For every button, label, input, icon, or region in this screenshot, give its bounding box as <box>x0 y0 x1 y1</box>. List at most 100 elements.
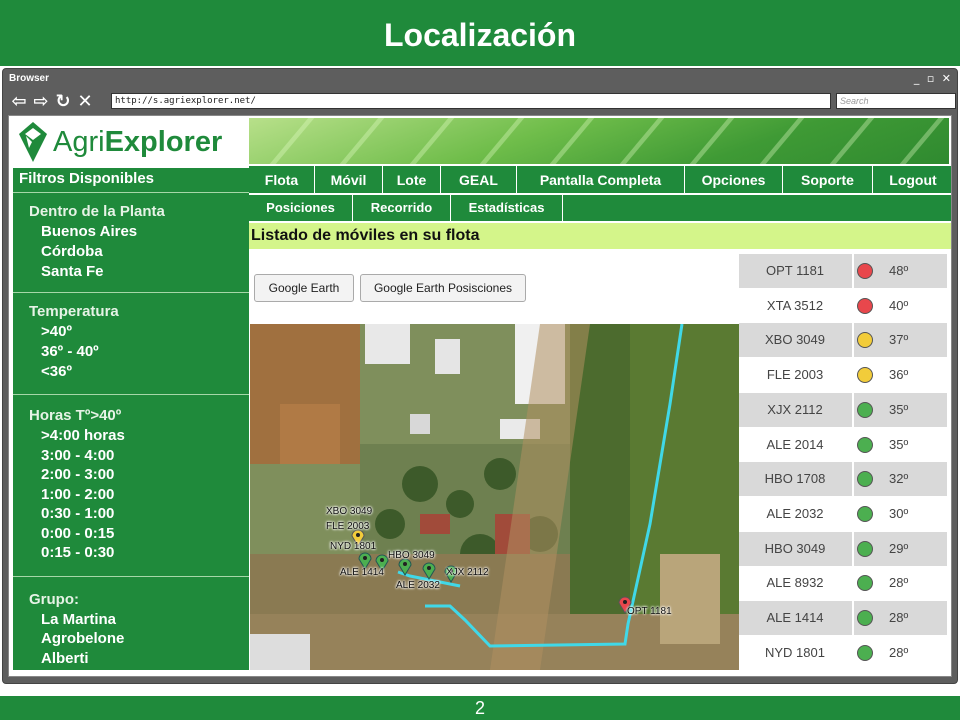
vehicle-name: HBO 1708 <box>764 471 826 487</box>
vehicle-name: NYD 1801 <box>765 644 825 660</box>
reload-icon[interactable]: ↻ <box>53 91 75 112</box>
main-nav: Flota Móvil Lote GEAL Pantalla Completa … <box>249 166 951 194</box>
fleet-row[interactable]: HBO 1708 32º <box>739 462 947 497</box>
row-separator <box>852 323 854 358</box>
map-label: XJX 2112 <box>446 567 489 578</box>
filter-item[interactable]: <36º <box>41 363 72 380</box>
fleet-row[interactable]: NYD 1801 28º <box>739 635 947 670</box>
fleet-row[interactable]: XJX 2112 35º <box>739 392 947 427</box>
filter-item[interactable]: La Martina <box>41 611 116 628</box>
map-label: OPT 1181 <box>627 606 672 617</box>
vehicle-temperature: 30º <box>889 505 909 521</box>
map-label: FLE 2003 <box>326 521 370 532</box>
vehicle-temperature: 32º <box>889 471 909 487</box>
filter-item[interactable]: >4:00 horas <box>41 427 125 444</box>
vehicle-temperature: 35º <box>889 436 909 452</box>
status-green-icon <box>857 401 873 418</box>
browser-window: Browser _ ▫ ✕ ⇦ ⇨ ↻ ✕ http://s.agriexplorer… <box>2 68 958 684</box>
row-separator <box>852 566 854 601</box>
filter-section-grupo: Grupo: La Martina Agrobelone Alberti <box>13 576 249 670</box>
filter-item[interactable]: Buenos Aires <box>41 223 137 240</box>
logo-prefix: Agri <box>53 126 105 158</box>
vehicle-name: FLE 2003 <box>766 367 824 383</box>
fleet-row[interactable]: ALE 1414 28º <box>739 601 947 635</box>
fleet-row[interactable]: XBO 3049 37º <box>739 323 947 358</box>
fleet-row[interactable]: OPT 1181 48º <box>739 254 947 288</box>
tab-posiciones[interactable]: Posiciones <box>249 195 353 221</box>
filter-section-planta: Dentro de la Planta Buenos Aires Córdoba… <box>13 192 249 292</box>
nav-flota[interactable]: Flota <box>249 166 315 193</box>
status-red-icon <box>857 297 873 314</box>
nav-geal[interactable]: GEAL <box>441 166 517 193</box>
status-yellow-icon <box>857 367 873 384</box>
vehicle-temperature: 40º <box>889 297 909 313</box>
nav-movil[interactable]: Móvil <box>315 166 383 193</box>
nav-soporte[interactable]: Soporte <box>783 166 873 193</box>
logo[interactable]: AgriExplorer <box>13 118 249 168</box>
filter-item[interactable]: 3:00 - 4:00 <box>41 447 114 464</box>
filter-item[interactable]: 0:30 - 1:00 <box>41 505 114 522</box>
fleet-row[interactable]: FLE 2003 36º <box>739 358 947 393</box>
fleet-row[interactable]: ALE 2032 30º <box>739 496 947 531</box>
map-label: ALE 1414 <box>340 567 384 578</box>
nav-pantalla-completa[interactable]: Pantalla Completa <box>517 166 685 193</box>
marker-green[interactable] <box>422 562 436 580</box>
sub-nav: Posiciones Recorrido Estadísticas <box>249 195 951 221</box>
vehicle-temperature: 28º <box>889 575 909 591</box>
status-green-icon <box>857 610 873 626</box>
filter-item[interactable]: >40º <box>41 323 72 340</box>
filter-item[interactable]: Agrobelone <box>41 630 124 647</box>
vehicle-temperature: 37º <box>889 332 909 348</box>
filter-item[interactable]: Córdoba <box>41 243 103 260</box>
vehicle-name: ALE 1414 <box>766 610 824 625</box>
nav-opciones[interactable]: Opciones <box>685 166 783 193</box>
page-number: 2 <box>0 696 960 720</box>
back-icon[interactable]: ⇦ <box>9 91 31 112</box>
status-green-icon <box>857 575 873 592</box>
logo-icon <box>19 122 47 162</box>
vehicle-temperature: 29º <box>889 540 909 556</box>
vehicle-name: ALE 8932 <box>766 575 824 591</box>
row-separator <box>852 531 854 566</box>
vehicle-name: HBO 3049 <box>764 540 826 556</box>
fleet-row[interactable]: ALE 2014 35º <box>739 427 947 462</box>
nav-logout[interactable]: Logout <box>873 166 951 193</box>
google-earth-button[interactable]: Google Earth <box>254 274 354 302</box>
browser-title: Browser <box>9 73 50 84</box>
tab-recorrido[interactable]: Recorrido <box>353 195 451 221</box>
slide-title: Localización <box>0 0 960 66</box>
status-green-icon <box>857 471 873 488</box>
satellite-map[interactable]: XBO 3049 FLE 2003 NYD 1801 HBO 3049 ALE … <box>250 324 739 670</box>
stop-icon[interactable]: ✕ <box>75 91 97 112</box>
forward-icon[interactable]: ⇨ <box>31 91 53 112</box>
search-input[interactable]: Search <box>836 93 956 109</box>
fleet-row[interactable]: HBO 3049 29º <box>739 531 947 566</box>
filter-item[interactable]: 2:00 - 3:00 <box>41 466 114 483</box>
vehicle-name: OPT 1181 <box>765 263 825 278</box>
filter-item[interactable]: Santa Fe <box>41 263 104 280</box>
filter-item[interactable]: 1:00 - 2:00 <box>41 486 114 503</box>
map-label: ALE 2032 <box>396 580 440 591</box>
fleet-row[interactable]: XTA 3512 40º <box>739 288 947 323</box>
row-separator <box>852 635 854 670</box>
fleet-row[interactable]: ALE 8932 28º <box>739 566 947 601</box>
browser-nav: ⇦ ⇨ ↻ ✕ <box>9 91 97 112</box>
window-controls[interactable]: _ ▫ ✕ <box>914 72 953 85</box>
nav-lote[interactable]: Lote <box>383 166 441 193</box>
status-green-icon <box>857 644 873 661</box>
status-green-icon <box>857 436 873 453</box>
filter-item[interactable]: 0:15 - 0:30 <box>41 544 114 561</box>
header-banner <box>249 118 949 164</box>
filter-section-temperatura: Temperatura >40º 36º - 40º <36º <box>13 292 249 396</box>
filter-item[interactable]: Alberti <box>41 650 89 667</box>
tab-estadisticas[interactable]: Estadísticas <box>451 195 563 221</box>
filter-section-title: Grupo: <box>29 591 79 608</box>
page-viewport: AgriExplorer Filtros Disponibles Dentro … <box>8 115 952 677</box>
filter-item[interactable]: 36º - 40º <box>41 343 99 360</box>
row-separator <box>852 496 854 531</box>
logo-suffix: Explorer <box>104 126 223 158</box>
filter-section-horas: Horas Tº>40º >4:00 horas 3:00 - 4:00 2:0… <box>13 394 249 576</box>
url-bar[interactable]: http://s.agriexplorer.net/ <box>111 93 831 109</box>
google-earth-positions-button[interactable]: Google Earth Posisciones <box>360 274 526 302</box>
filter-item[interactable]: 0:00 - 0:15 <box>41 525 114 542</box>
